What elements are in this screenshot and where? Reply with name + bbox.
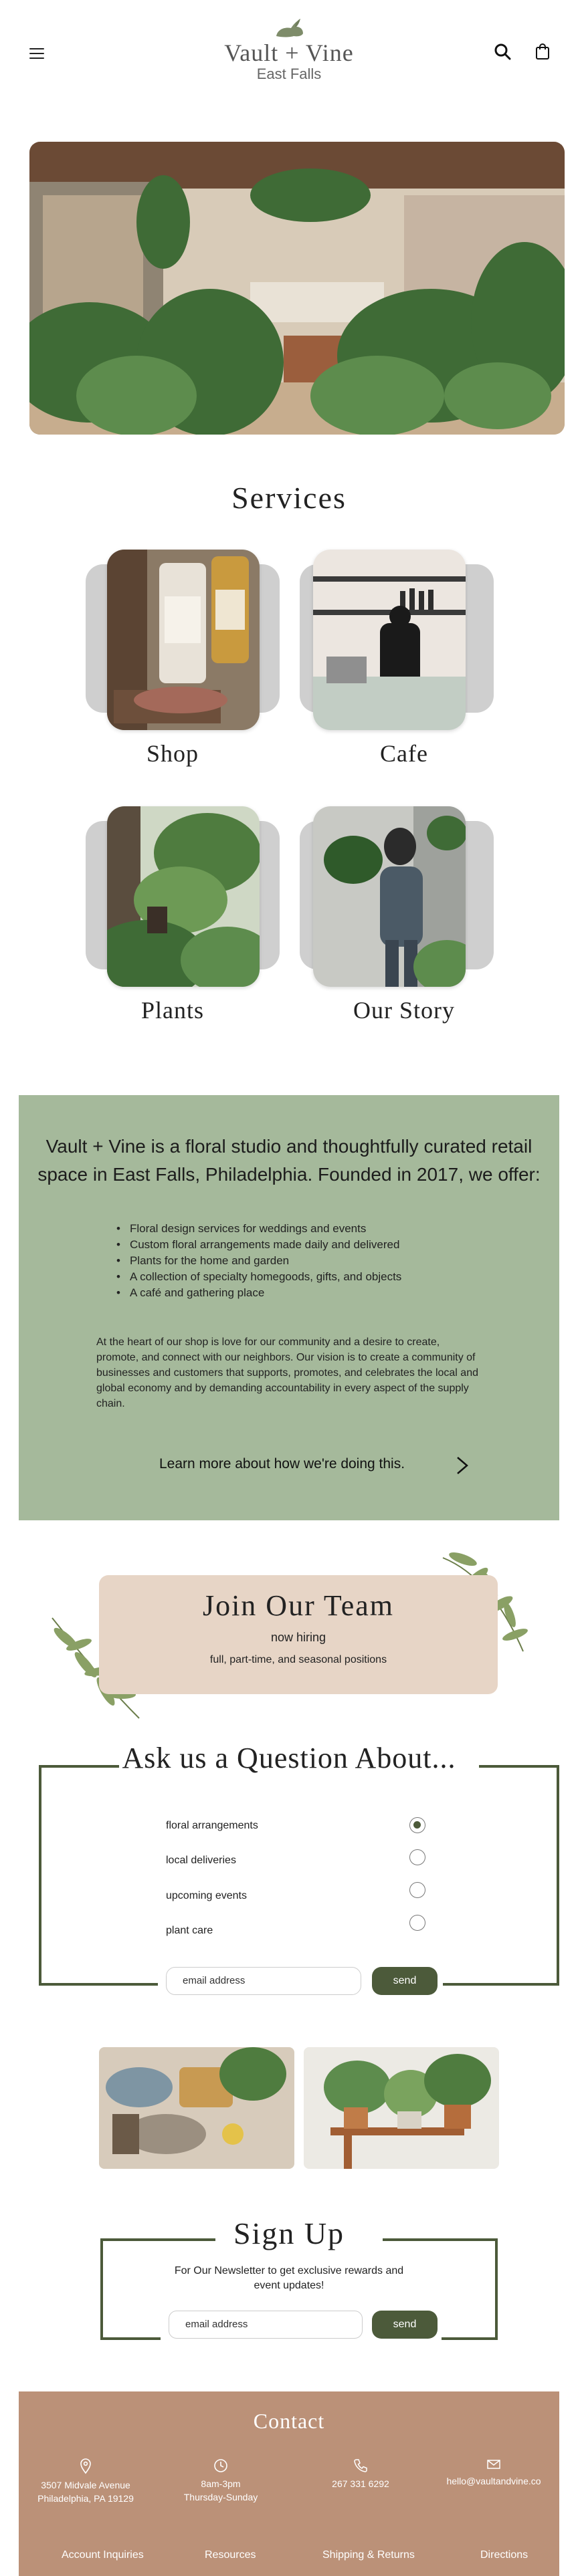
question-frame [39, 1765, 559, 1986]
offering-item: Plants for the home and garden [116, 1253, 401, 1269]
contact-section: Contact 3507 Midvale Avenue Philadelphia… [19, 2391, 559, 2576]
option-label-floral: floral arrangements [166, 1820, 258, 1831]
chevron-right-icon[interactable] [454, 1455, 470, 1476]
hero-image [29, 142, 565, 435]
service-card-our-story[interactable]: Our Story [293, 806, 494, 1027]
option-label-deliveries: local deliveries [166, 1855, 236, 1866]
menu-icon[interactable] [29, 48, 44, 59]
radio-local-deliveries[interactable] [409, 1849, 425, 1865]
workshop-photo [99, 2047, 294, 2169]
email-address: hello@vaultandvine.co [446, 2476, 541, 2486]
contact-title: Contact [253, 2409, 325, 2433]
shopping-bag-icon[interactable] [533, 41, 553, 62]
service-label-cafe: Cafe [380, 740, 428, 767]
service-label-plants: Plants [140, 997, 204, 1024]
radio-plant-care[interactable] [409, 1915, 425, 1931]
service-label-our-story: Our Story [353, 997, 455, 1024]
about-paragraph: At the heart of our shop is love for our… [96, 1336, 478, 1409]
hiring-text: now hiring [270, 1631, 326, 1644]
phone-icon [354, 2459, 367, 2472]
shop-image [107, 550, 260, 730]
offering-item: A collection of specialty homegoods, gif… [116, 1269, 401, 1285]
service-card-cafe[interactable]: Cafe [293, 550, 494, 770]
offerings-list: Floral design services for weddings and … [116, 1221, 401, 1301]
join-team-card[interactable]: Join Our Team now hiring full, part-time… [99, 1575, 498, 1694]
question-send-button[interactable]: send [372, 1967, 438, 1995]
question-title: Ask us a Question About... [122, 1742, 456, 1774]
offering-item: Custom floral arrangements made daily an… [116, 1237, 401, 1253]
brand-logo[interactable]: Vault + Vine East Falls [222, 19, 356, 83]
address-line-2: Philadelphia, PA 19129 [37, 2493, 134, 2504]
signup-description: For Our Newsletter to get exclusive rewa… [174, 2265, 404, 2291]
brand-location: East Falls [256, 66, 322, 82]
service-card-shop[interactable]: Shop [86, 550, 286, 770]
potted-plants-photo [304, 2047, 499, 2169]
rabbit-logo-icon [276, 19, 303, 37]
about-section: Vault + Vine is a floral studio and thou… [19, 1095, 559, 1520]
join-title: Join Our Team [202, 1589, 395, 1622]
search-icon[interactable] [492, 41, 512, 62]
option-label-plant-care: plant care [166, 1925, 213, 1936]
offering-item: Floral design services for weddings and … [116, 1221, 401, 1237]
learn-more-link[interactable]: Learn more about how we're doing this. [159, 1456, 405, 1472]
radio-upcoming-events[interactable] [409, 1882, 425, 1898]
radio-floral-arrangements[interactable] [409, 1817, 425, 1833]
hours-line-1: 8am-3pm [201, 2478, 241, 2489]
map-pin-icon [80, 2458, 91, 2474]
option-label-events: upcoming events [166, 1890, 247, 1901]
question-email-input[interactable]: email address [166, 1967, 361, 1995]
services-title: Services [231, 481, 347, 515]
footer-link-account-inquiries[interactable]: Account Inquiries [62, 2549, 144, 2561]
contact-address[interactable]: 3507 Midvale Avenue Philadelphia, PA 191… [32, 2458, 139, 2505]
service-label-shop: Shop [146, 740, 199, 767]
footer-link-resources[interactable]: Resources [205, 2549, 256, 2561]
our-story-image [313, 806, 466, 987]
signup-send-button[interactable]: send [372, 2311, 438, 2339]
brand-name: Vault + Vine [224, 39, 354, 66]
phone-number: 267 331 6292 [332, 2478, 389, 2489]
positions-text: full, part-time, and seasonal positions [209, 1654, 387, 1665]
mail-icon [487, 2460, 500, 2469]
offering-item: A café and gathering place [116, 1285, 401, 1301]
footer-link-shipping-returns[interactable]: Shipping & Returns [322, 2549, 415, 2561]
address-line-1: 3507 Midvale Avenue [41, 2480, 130, 2490]
footer-link-directions[interactable]: Directions [480, 2549, 528, 2561]
contact-email[interactable]: hello@vaultandvine.co [434, 2458, 554, 2488]
about-headline: Vault + Vine is a floral studio and thou… [37, 1136, 541, 1185]
contact-hours: 8am-3pm Thursday-Sunday [174, 2458, 268, 2504]
signup-title: Sign Up [233, 2216, 345, 2250]
hours-line-2: Thursday-Sunday [183, 2492, 258, 2502]
contact-phone[interactable]: 267 331 6292 [317, 2458, 404, 2490]
signup-email-input[interactable]: email address [169, 2311, 363, 2339]
service-card-plants[interactable]: Plants [86, 806, 286, 1027]
clock-icon [214, 2459, 227, 2472]
site-header: Vault + Vine East Falls [0, 0, 578, 107]
cafe-image [313, 550, 466, 730]
plants-image [107, 806, 260, 987]
